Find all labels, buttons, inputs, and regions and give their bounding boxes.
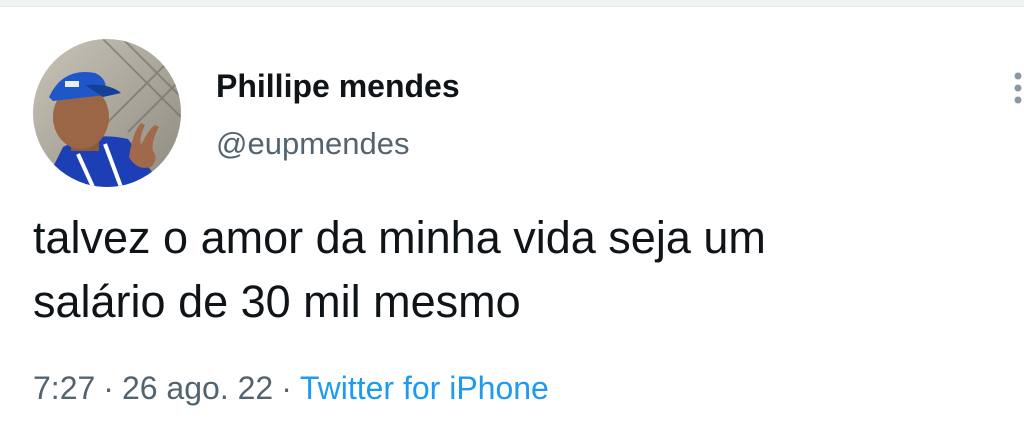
avatar-image xyxy=(33,39,181,187)
tweet-text-line: salário de 30 mil mesmo xyxy=(33,276,521,327)
tweet-text: talvez o amor da minha vida seja um salá… xyxy=(33,206,1013,334)
tweet-metadata: 7:27 · 26 ago. 22 · Twitter for iPhone xyxy=(33,368,549,408)
separator: · xyxy=(103,370,114,406)
display-name[interactable]: Phillipe mendes xyxy=(216,66,460,106)
tweet-text-line: talvez o amor da minha vida seja um xyxy=(33,212,766,263)
user-handle[interactable]: @eupmendes xyxy=(216,124,409,164)
tweet-card: Phillipe mendes @eupmendes talvez o amor… xyxy=(0,6,1024,427)
avatar[interactable] xyxy=(33,39,181,187)
separator: · xyxy=(281,370,292,406)
tweet-time[interactable]: 7:27 xyxy=(33,370,95,406)
tweet-source-link[interactable]: Twitter for iPhone xyxy=(300,370,549,406)
tweet-date[interactable]: 26 ago. 22 xyxy=(122,370,273,406)
more-options-icon[interactable] xyxy=(1006,66,1024,110)
